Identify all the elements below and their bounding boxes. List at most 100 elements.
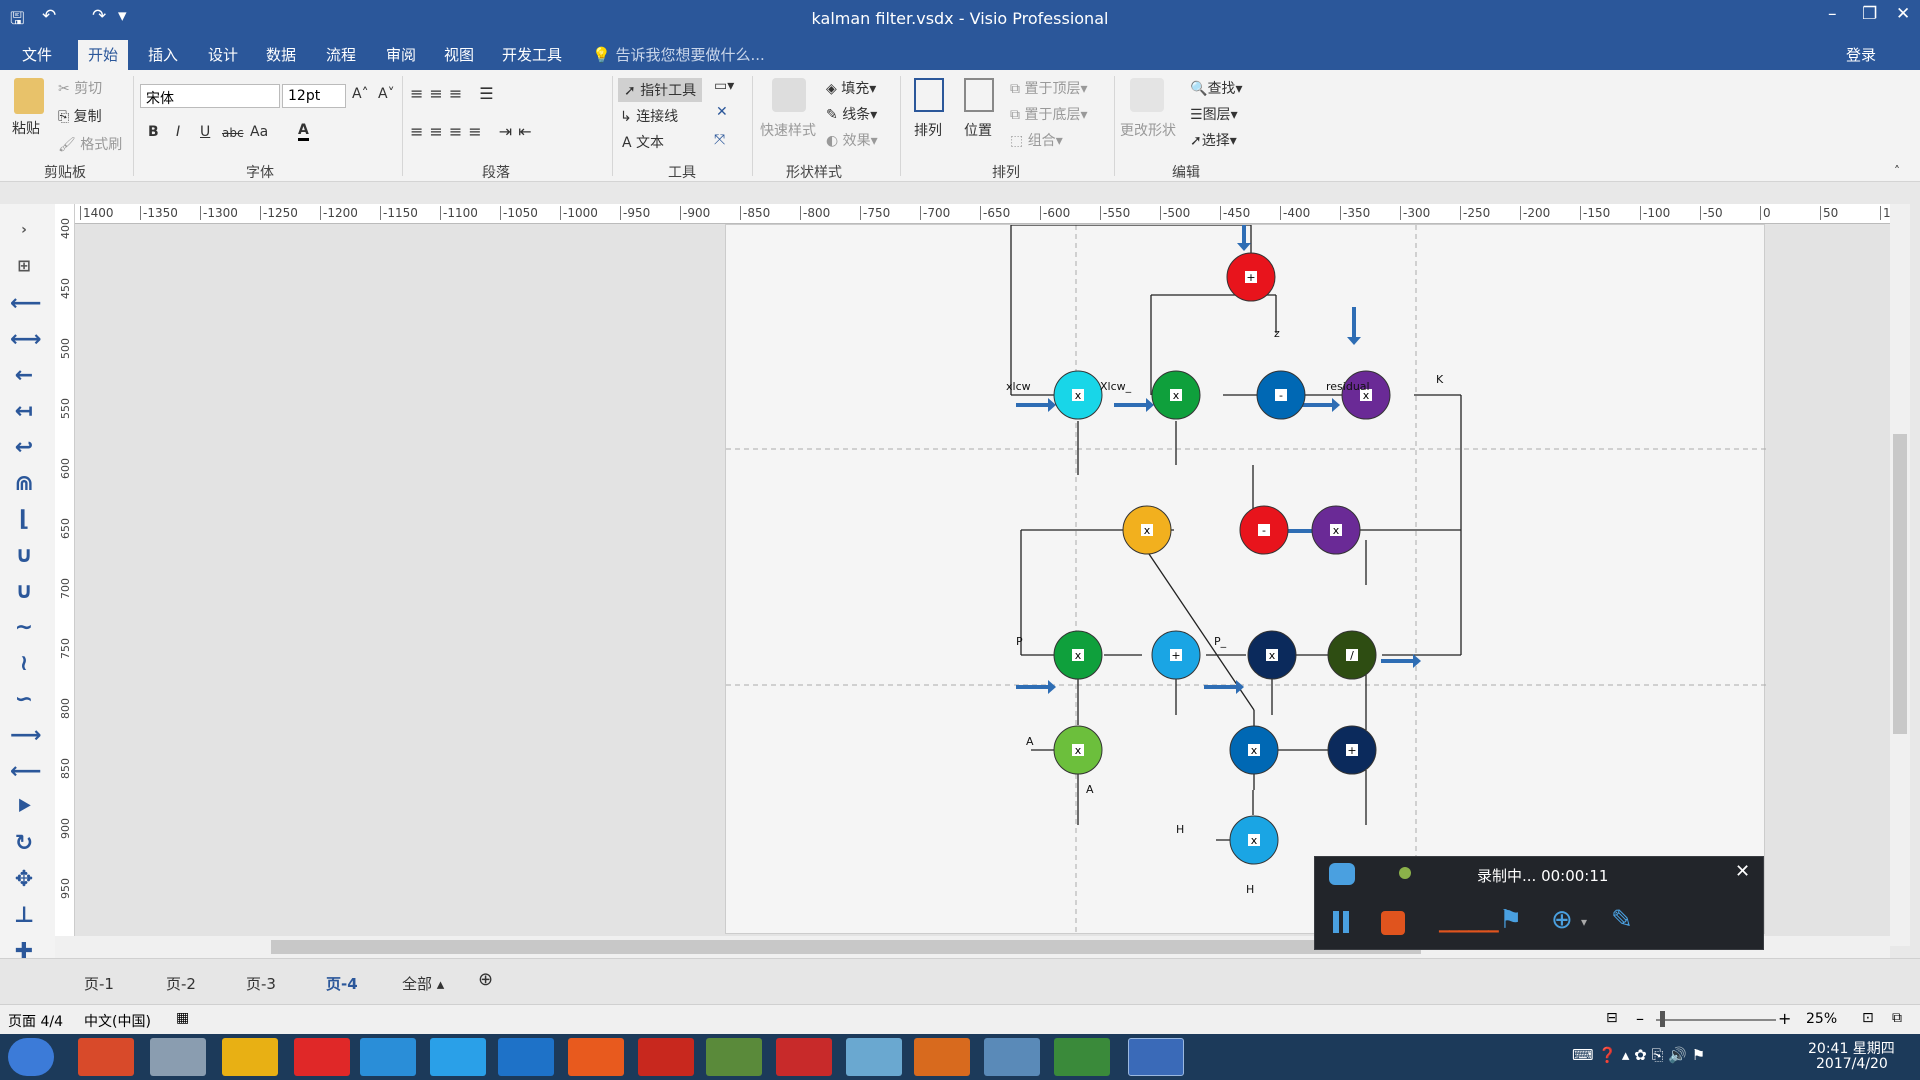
tab-developer[interactable]: 开发工具 <box>502 44 562 65</box>
align-horizontal-icons[interactable]: ≡≡≡≡ ⇥⇤ <box>410 122 538 141</box>
start-button[interactable] <box>8 1038 54 1076</box>
select-button[interactable]: ➚选择▾ <box>1190 130 1237 150</box>
wave-shape-icon[interactable]: ∼ <box>10 616 38 640</box>
kalman-filter-diagram[interactable]: +x x - xx - xx + x/x x +xxlcw Xlcw_ residualKP P_AAH… <box>726 224 1766 935</box>
recorder-close-button[interactable]: ✕ <box>1735 861 1750 882</box>
italic-button[interactable]: I <box>176 124 180 140</box>
dropdown-icon[interactable]: ▾ <box>1581 915 1587 929</box>
clock-date[interactable]: 2017/4/20 <box>1816 1056 1888 1072</box>
effects-button[interactable]: ◐ 效果▾ <box>826 130 878 150</box>
position-button[interactable]: 位置 <box>964 120 992 140</box>
squiggle-shape-icon[interactable]: ≀ <box>10 652 38 676</box>
send-to-back-button[interactable]: ⧉ 置于底层▾ <box>1010 104 1087 124</box>
all-pages-tab[interactable]: 全部 ▴ <box>402 973 444 994</box>
underline-button[interactable]: U <box>200 124 210 140</box>
im-app-icon[interactable] <box>360 1038 416 1076</box>
font-color-button[interactable]: A <box>298 122 309 141</box>
language-indicator[interactable]: 中文(中国) <box>84 1011 151 1031</box>
collapse-ribbon-icon[interactable]: ˄ <box>1894 164 1900 178</box>
pause-icon[interactable] <box>1333 911 1339 933</box>
chrome-icon[interactable] <box>222 1038 278 1076</box>
pencil-icon[interactable]: ✎ <box>1611 905 1633 935</box>
tab-home[interactable]: 开始 <box>78 40 129 70</box>
app-tool-icon[interactable] <box>984 1038 1040 1076</box>
cloud-app-icon[interactable] <box>430 1038 486 1076</box>
group-button[interactable]: ⬚ 组合▾ <box>1010 130 1063 150</box>
tray-icons[interactable]: ⌨ ❓ ▴ ✿ ⎘ 🔊 ⚑ <box>1572 1046 1705 1064</box>
arrange-button[interactable]: 排列 <box>914 120 942 140</box>
page-tab-2[interactable]: 页-2 <box>166 973 196 994</box>
paste-icon[interactable] <box>14 78 44 114</box>
tab-process[interactable]: 流程 <box>326 44 356 65</box>
tab-file[interactable]: 文件 <box>22 44 52 65</box>
curve-shape-icon[interactable]: ∪ <box>10 580 38 604</box>
fit-icon[interactable]: ⊟ <box>1606 1010 1618 1026</box>
app-green-icon[interactable] <box>706 1038 762 1076</box>
tab-insert[interactable]: 插入 <box>148 44 178 65</box>
cross-arrow-icon[interactable]: ✥ <box>10 868 38 892</box>
font-size-combo[interactable]: 12pt <box>282 84 346 108</box>
tab-review[interactable]: 审阅 <box>386 44 416 65</box>
hook-shape-icon[interactable]: ↩ <box>10 436 38 460</box>
expand-chevron-icon[interactable]: › <box>10 218 38 242</box>
quick-styles-icon[interactable] <box>772 78 806 112</box>
close-x-icon[interactable]: ✕ <box>716 104 728 120</box>
page-tab-4[interactable]: 页-4 <box>326 973 358 994</box>
page-tab-3[interactable]: 页-3 <box>246 973 276 994</box>
tab-data[interactable]: 数据 <box>266 44 296 65</box>
macro-icon[interactable]: ▦ <box>176 1010 189 1026</box>
line-shape-icon[interactable]: ⟵ <box>10 760 42 784</box>
tell-me-search[interactable]: 💡 告诉我您想要做什么... <box>592 44 765 65</box>
add-page-icon[interactable]: ⊕ <box>478 969 493 990</box>
zoom-level[interactable]: 25% <box>1806 1011 1837 1027</box>
netease-music-icon[interactable] <box>294 1038 350 1076</box>
bold-button[interactable]: B <box>148 124 159 140</box>
line-arrow-shape-icon[interactable]: ⟶ <box>10 724 42 748</box>
change-shape-button[interactable]: 更改形状 <box>1120 120 1176 140</box>
arrow-shape-icon[interactable]: ⟵ <box>10 292 42 316</box>
text-tool-button[interactable]: A 文本 <box>622 132 664 152</box>
zoom-add-icon[interactable]: ⊕ <box>1551 905 1573 935</box>
quick-styles-button[interactable]: 快速样式 <box>760 120 816 140</box>
change-shape-icon[interactable] <box>1130 78 1164 112</box>
drawing-page[interactable]: + x x - x x - x x + x / x x + x xlcw Xlcw_ residual K P P_ A A H… <box>725 224 1766 935</box>
bar-arrow-shape-icon[interactable]: ↤ <box>10 400 38 424</box>
left-arrow-shape-icon[interactable]: ← <box>10 364 38 388</box>
app-red-icon[interactable] <box>776 1038 832 1076</box>
align-icons[interactable]: ≡≡≡ ☰ <box>410 84 500 103</box>
horizontal-scroll-thumb[interactable] <box>271 940 1421 954</box>
connector-tool-button[interactable]: ↳ 连接线 <box>620 106 678 126</box>
fill-button[interactable]: ◈ 填充▾ <box>826 78 876 98</box>
position-icon[interactable] <box>964 78 994 112</box>
line-button[interactable]: ✎ 线条▾ <box>826 104 877 124</box>
switch-windows-icon[interactable]: ⧉ <box>1892 1010 1902 1026</box>
zoom-slider[interactable] <box>1656 1019 1776 1021</box>
close-button[interactable]: ✕ <box>1896 4 1910 24</box>
pointer-tool-button[interactable]: ➚ 指针工具 <box>618 78 703 102</box>
paste-button[interactable]: 粘贴 <box>12 118 40 138</box>
stop-icon[interactable] <box>1381 911 1405 935</box>
visio-icon[interactable] <box>1128 1038 1184 1076</box>
cut-button[interactable]: ✂ 剪切 <box>58 78 102 98</box>
page-tab-1[interactable]: 页-1 <box>84 973 114 994</box>
page-indicator[interactable]: 页面 4/4 <box>8 1011 63 1031</box>
vertical-scrollbar[interactable] <box>1890 204 1910 946</box>
arrange-icon[interactable] <box>914 78 944 112</box>
tab-design[interactable]: 设计 <box>208 44 238 65</box>
format-painter-button[interactable]: 🖌 格式刷 <box>58 134 122 154</box>
u-turn-shape-icon[interactable]: ⋒ <box>10 472 38 496</box>
grow-font-button[interactable]: A˄ <box>352 86 369 102</box>
app-icon-1[interactable] <box>78 1038 134 1076</box>
zoom-slider-thumb[interactable] <box>1660 1011 1665 1027</box>
drawing-canvas[interactable]: + x x - x x - x x + x / x x + x xlcw Xlcw_ residual K P P_ A A H… <box>75 224 1890 944</box>
circular-arrow-icon[interactable]: ↻ <box>10 832 38 856</box>
cup-shape-icon[interactable]: ∪ <box>10 544 38 568</box>
strikethrough-button[interactable]: abc <box>222 126 244 140</box>
connection-point-icon[interactable]: ⤧ <box>714 132 725 148</box>
ie-icon[interactable] <box>498 1038 554 1076</box>
double-arrow-shape-icon[interactable]: ⟷ <box>10 328 42 352</box>
rectangle-icon[interactable]: ▭▾ <box>714 78 734 94</box>
find-button[interactable]: 🔍查找▾ <box>1190 78 1242 98</box>
zoom-out-button[interactable]: – <box>1636 1009 1644 1028</box>
copy-button[interactable]: ⎘ 复制 <box>58 106 102 126</box>
